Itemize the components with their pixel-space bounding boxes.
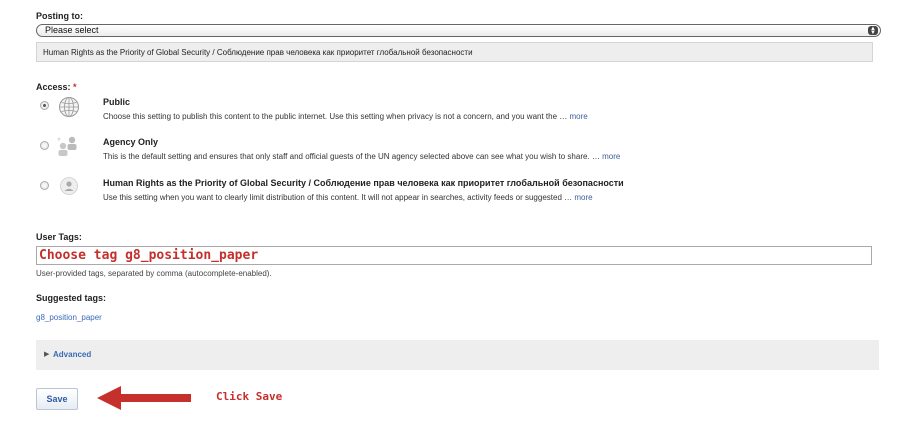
option-public-desc: Choose this setting to publish this cont… [103,112,588,121]
option-public-more-link[interactable]: more [570,112,588,121]
advanced-link[interactable]: Advanced [53,350,91,359]
option-group-desc: Use this setting when you want to clearl… [103,193,593,202]
click-save-annotation: Click Save [216,390,283,403]
option-group-more-link[interactable]: more [574,193,592,202]
access-label: Access: * [36,82,77,92]
option-public-title: Public [103,97,131,107]
radio-agency-only[interactable] [40,141,49,150]
user-tags-hint: User-provided tags, separated by comma (… [36,269,272,278]
posting-select[interactable]: Please select ▲ ▼ [36,24,881,37]
option-group-title: Human Rights as the Priority of Global S… [103,178,624,188]
radio-group[interactable] [40,181,49,190]
selected-group-display: Human Rights as the Priority of Global S… [36,42,873,62]
globe-icon [59,97,79,117]
save-button[interactable]: Save [36,388,78,410]
posting-select-value: Please select [45,25,99,35]
advanced-section[interactable]: ▶ Advanced [36,340,879,370]
user-tags-input[interactable]: Choose tag g8_position_paper [36,246,872,265]
posting-to-label: Posting to: [36,11,83,21]
person-icon [60,177,78,195]
required-mark: * [73,82,77,92]
option-agency-title: Agency Only [103,137,159,147]
suggested-tags-label: Suggested tags: [36,293,107,303]
option-agency-more-link[interactable]: more [602,152,620,161]
suggested-tag-link[interactable]: g8_position_paper [36,313,102,322]
expand-triangle-icon: ▶ [44,351,50,358]
arrow-left-icon [97,386,191,410]
radio-public[interactable] [40,101,49,110]
people-icon [57,136,77,156]
option-agency-desc: This is the default setting and ensures … [103,152,621,161]
user-tags-label: User Tags: [36,232,82,242]
select-arrows-icon: ▲ ▼ [868,26,878,36]
